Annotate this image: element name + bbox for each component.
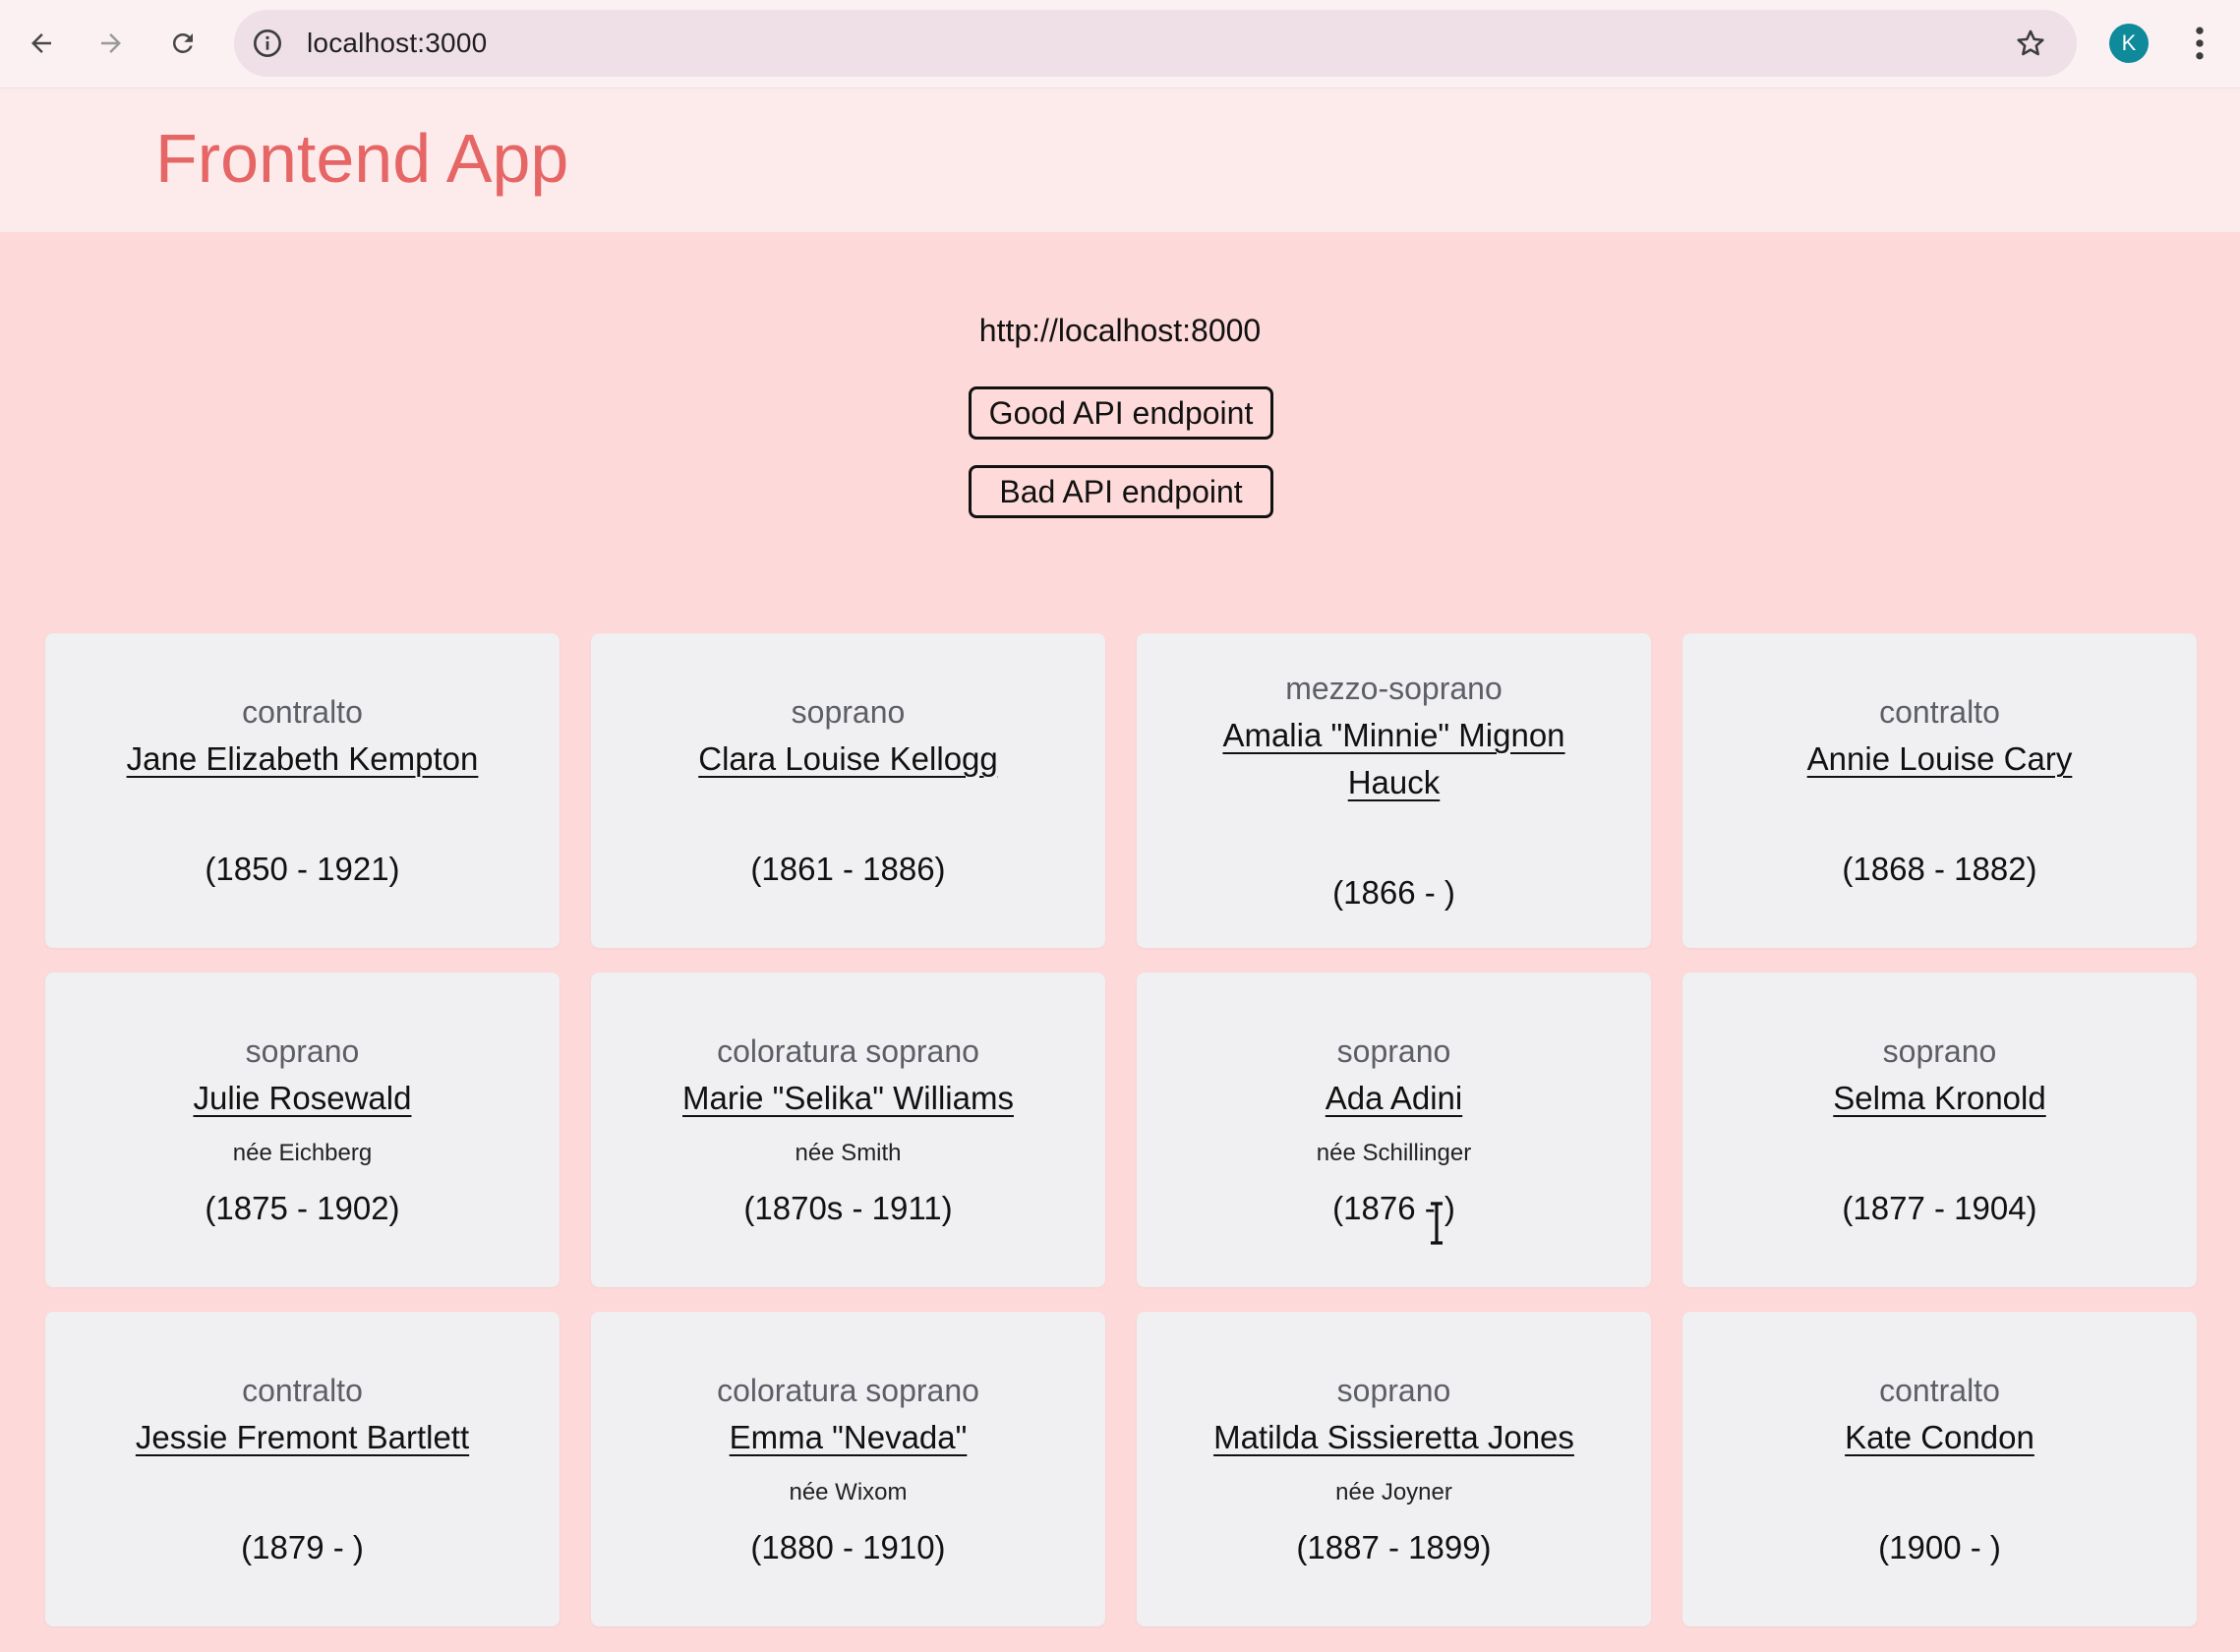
singer-name-link[interactable]: Julie Rosewald xyxy=(194,1075,412,1122)
voice-type: mezzo-soprano xyxy=(1285,671,1503,706)
app-header: Frontend App xyxy=(0,88,2240,232)
voice-type: soprano xyxy=(791,694,906,730)
singer-name-link[interactable]: Jessie Fremont Bartlett xyxy=(136,1414,469,1461)
info-icon[interactable] xyxy=(252,28,283,59)
url-text[interactable]: localhost:3000 xyxy=(307,10,487,77)
voice-type: contralto xyxy=(1879,694,2000,730)
career-years: (1868 - 1882) xyxy=(1842,851,2037,887)
singer-card: contralto Jane Elizabeth Kempton (1850 - 1… xyxy=(45,633,560,948)
voice-type: contralto xyxy=(242,694,363,730)
singer-card: soprano Clara Louise Kellogg (1861 - 1886) xyxy=(591,633,1105,948)
maiden-name: née Wixom xyxy=(789,1479,908,1505)
singer-card: coloratura soprano Emma "Nevada" née Wixom… xyxy=(591,1312,1105,1626)
maiden-name: née Smith xyxy=(795,1140,902,1166)
text-cursor-icon xyxy=(1431,1202,1443,1245)
voice-type: coloratura soprano xyxy=(717,1033,979,1069)
bad-api-endpoint-button[interactable]: Bad API endpoint xyxy=(969,465,1273,518)
voice-type: soprano xyxy=(1336,1373,1451,1408)
career-years: (1879 - ) xyxy=(241,1529,364,1565)
singer-card: coloratura soprano Marie "Selika" William… xyxy=(591,973,1105,1287)
forward-arrow-icon[interactable] xyxy=(86,18,137,69)
star-icon[interactable] xyxy=(2014,27,2047,60)
singer-card: soprano Julie Rosewald née Eichberg (1875 -… xyxy=(45,973,560,1287)
singer-card: mezzo-soprano Amalia "Minnie" Mignon Hauc… xyxy=(1137,633,1651,948)
singer-name-link[interactable]: Emma "Nevada" xyxy=(730,1414,968,1461)
maiden-name: née Joyner xyxy=(1335,1479,1452,1505)
browser-toolbar: localhost:3000 K xyxy=(0,0,2240,88)
good-api-endpoint-button[interactable]: Good API endpoint xyxy=(969,386,1273,440)
singer-name-link[interactable]: Amalia "Minnie" Mignon Hauck xyxy=(1176,712,1612,806)
singer-name-link[interactable]: Matilda Sissieretta Jones xyxy=(1213,1414,1574,1461)
singer-card: soprano Selma Kronold (1877 - 1904) xyxy=(1682,973,2197,1287)
singer-name-link[interactable]: Jane Elizabeth Kempton xyxy=(127,736,479,783)
career-years: (1877 - 1904) xyxy=(1842,1190,2037,1226)
voice-type: soprano xyxy=(245,1033,360,1069)
app-title: Frontend App xyxy=(155,120,569,197)
singer-name-link[interactable]: Selma Kronold xyxy=(1833,1075,2045,1122)
back-arrow-icon[interactable] xyxy=(16,18,67,69)
singer-name-link[interactable]: Marie "Selika" Williams xyxy=(682,1075,1014,1122)
maiden-name: née Schillinger xyxy=(1316,1140,1472,1166)
singer-card: soprano Ada Adini née Schillinger (1876 - ) xyxy=(1137,973,1651,1287)
career-years: (1850 - 1921) xyxy=(205,851,400,887)
voice-type: contralto xyxy=(1879,1373,2000,1408)
reload-icon[interactable] xyxy=(157,18,208,69)
voice-type: coloratura soprano xyxy=(717,1373,979,1408)
singer-card: contralto Jessie Fremont Bartlett (1879 - … xyxy=(45,1312,560,1626)
voice-type: soprano xyxy=(1882,1033,1997,1069)
career-years: (1861 - 1886) xyxy=(750,851,946,887)
address-bar[interactable]: localhost:3000 xyxy=(234,10,2077,77)
career-years: (1866 - ) xyxy=(1332,874,1455,911)
career-years: (1887 - 1899) xyxy=(1296,1529,1492,1565)
career-years: (1875 - 1902) xyxy=(205,1190,400,1226)
kebab-menu-icon[interactable] xyxy=(2185,22,2214,65)
maiden-name: née Eichberg xyxy=(232,1140,373,1166)
voice-type: soprano xyxy=(1336,1033,1451,1069)
singer-card: contralto Kate Condon (1900 - ) xyxy=(1682,1312,2197,1626)
singer-name-link[interactable]: Kate Condon xyxy=(1845,1414,2034,1461)
singer-card: soprano Matilda Sissieretta Jones née Joyn… xyxy=(1137,1312,1651,1626)
profile-avatar[interactable]: K xyxy=(2109,24,2149,63)
singer-name-link[interactable]: Annie Louise Cary xyxy=(1807,736,2073,783)
career-years: (1900 - ) xyxy=(1878,1529,2001,1565)
singer-grid: contralto Jane Elizabeth Kempton (1850 - 1… xyxy=(45,633,2199,1626)
career-years: (1870s - 1911) xyxy=(743,1190,953,1226)
singer-card: contralto Annie Louise Cary (1868 - 1882) xyxy=(1682,633,2197,948)
api-url-text: http://localhost:8000 xyxy=(978,313,1262,348)
singer-name-link[interactable]: Clara Louise Kellogg xyxy=(698,736,998,783)
career-years: (1880 - 1910) xyxy=(750,1529,946,1565)
voice-type: contralto xyxy=(242,1373,363,1408)
singer-name-link[interactable]: Ada Adini xyxy=(1326,1075,1462,1122)
